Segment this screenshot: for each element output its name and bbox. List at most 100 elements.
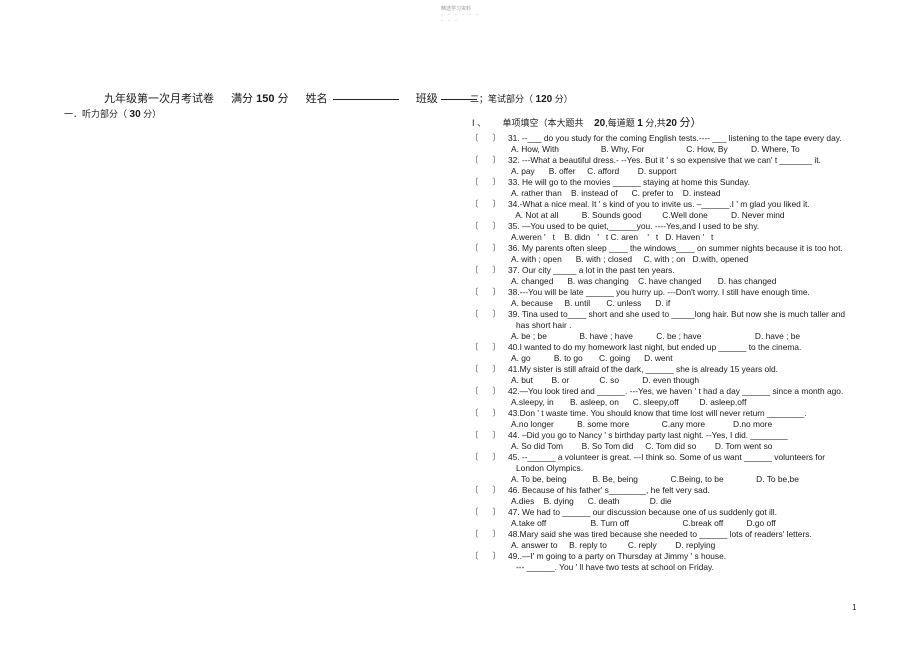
bracket-open: 〔 (470, 342, 479, 352)
bracket-close: 〕 (492, 507, 501, 517)
name-blank-line (332, 98, 399, 100)
watermark-dashes-2: - - - (441, 18, 459, 24)
answer-bracket[interactable]: 〔〕 (470, 221, 508, 232)
question-text: 46. Because of his father' s________, he… (508, 485, 710, 495)
question-stem: 〔〕 41.My sister is still afraid of the da… (470, 364, 880, 375)
answer-bracket[interactable]: 〔〕 (470, 452, 508, 463)
answer-options: A. but B. or C. so D. even though (511, 375, 700, 385)
answer-options: A. be ; be B. have ; have C. be ; have D… (511, 331, 801, 341)
bracket-open: 〔 (470, 386, 479, 396)
question-text: 36. My parents often sleep ____ the wind… (508, 243, 843, 253)
bracket-close: 〕 (492, 221, 501, 231)
bracket-open: 〔 (470, 551, 479, 561)
answer-bracket[interactable]: 〔〕 (470, 485, 508, 496)
bracket-open: 〔 (470, 430, 479, 440)
question-item: 〔〕 39. Tina used to____ short and she use… (470, 309, 880, 342)
bracket-open: 〔 (470, 485, 479, 495)
bracket-close: 〕 (492, 309, 501, 319)
answer-options: A. because B. until C. unless D. if (511, 298, 671, 308)
bracket-open: 〔 (470, 364, 479, 374)
bracket-open: 〔 (470, 243, 479, 253)
answer-bracket[interactable]: 〔〕 (470, 265, 508, 276)
answer-options: A. changed B. was changing C. have chang… (511, 276, 777, 286)
bracket-open: 〔 (470, 221, 479, 231)
question-stem: 〔〕 40.I wanted to do my homework last nig… (470, 342, 880, 353)
question-item: 〔〕 43.Don ' t waste time. You should know… (470, 408, 880, 430)
question-text: 34.-What a nice meal. It ' s kind of you… (508, 199, 810, 209)
question-item: 〔〕 45. --______ a volunteer is great. –-I… (470, 452, 880, 485)
exam-header: 九年级第一次月考试卷 满分 150 分 姓名 班级 (104, 90, 491, 106)
bracket-close: 〕 (492, 364, 501, 374)
bracket-open: 〔 (470, 199, 479, 209)
answer-bracket[interactable]: 〔〕 (470, 243, 508, 254)
question-stem: 〔〕 33. He will go to the movies ______ st… (470, 177, 880, 188)
question-item: 〔〕 34.-What a nice meal. It ' s kind of y… (470, 199, 880, 221)
question-stem: 〔〕 32. ---What a beautiful dress.- --Yes.… (470, 155, 880, 166)
question-stem: 〔〕 37. Our city _____ a lot in the past t… (470, 265, 880, 276)
bracket-close: 〕 (492, 386, 501, 396)
question-stem: 〔〕 48.Mary said she was tired because she… (470, 529, 880, 540)
bracket-open: 〔 (470, 265, 479, 275)
question-stem: 〔〕 38.---You will be late ______ you hurr… (470, 287, 880, 298)
answer-bracket[interactable]: 〔〕 (470, 529, 508, 540)
answer-bracket[interactable]: 〔〕 (470, 177, 508, 188)
answer-options: A. Not at all B. Sounds good C.Well done… (511, 210, 785, 220)
name-field[interactable]: 姓名 (306, 93, 402, 105)
question-item: 〔〕 49..—I' m going to a party on Thursday… (470, 551, 880, 573)
answer-bracket[interactable]: 〔〕 (470, 155, 508, 166)
question-item: 〔〕 41.My sister is still afraid of the da… (470, 364, 880, 386)
bracket-open: 〔 (470, 177, 479, 187)
answer-options: A.dies B. dying C. death D. die (511, 496, 672, 506)
answer-options: A. rather than B. instead of C. prefer t… (511, 188, 721, 198)
bracket-open: 〔 (470, 408, 479, 418)
question-item: 〔〕 46. Because of his father' s________, … (470, 485, 880, 507)
class-field[interactable]: 班级 (416, 93, 477, 105)
answer-options: A. with ; open B. with ; closed C. with … (511, 254, 749, 264)
answer-bracket[interactable]: 〔〕 (470, 551, 508, 562)
page-number: 1 (852, 603, 857, 612)
question-text: 48.Mary said she was tired because she n… (508, 529, 812, 539)
answer-bracket[interactable]: 〔〕 (470, 408, 508, 419)
total-score: 满分 150 分 (231, 93, 289, 105)
question-item: 〔〕 36. My parents often sleep ____ the wi… (470, 243, 880, 265)
answer-options: A.weren ' t B. didn ' t C. aren ' t D. H… (511, 232, 714, 242)
question-item: 〔〕 48.Mary said she was tired because she… (470, 529, 880, 551)
question-stem: 〔〕 44. –Did you go to Nancy ' s birthday … (470, 430, 880, 441)
question-stem: 〔〕 31. --___ do you study for the coming … (470, 133, 880, 144)
answer-bracket[interactable]: 〔〕 (470, 309, 508, 320)
question-text: 40.I wanted to do my homework last night… (508, 342, 802, 352)
question-text: 42.—You look tired and ______. ---Yes, w… (508, 386, 844, 396)
answer-bracket[interactable]: 〔〕 (470, 430, 508, 441)
answer-bracket[interactable]: 〔〕 (470, 364, 508, 375)
section-listening-heading: 一．听力部分（ 30 分） (64, 109, 162, 120)
question-list: 〔〕 31. --___ do you study for the coming … (470, 133, 880, 573)
bracket-close: 〕 (492, 408, 501, 418)
question-text: 31. --___ do you study for the coming En… (508, 133, 842, 143)
question-text-continued: --- ______. You ' ll have two tests at s… (516, 562, 714, 572)
question-item: 〔〕 40.I wanted to do my homework last nig… (470, 342, 880, 364)
answer-bracket[interactable]: 〔〕 (470, 342, 508, 353)
question-text: 41.My sister is still afraid of the dark… (508, 364, 778, 374)
question-text: 47. We had to ______ our discussion beca… (508, 507, 777, 517)
answer-bracket[interactable]: 〔〕 (470, 507, 508, 518)
bracket-close: 〕 (492, 485, 501, 495)
answer-bracket[interactable]: 〔〕 (470, 287, 508, 298)
question-stem: 〔〕 49..—I' m going to a party on Thursday… (470, 551, 880, 562)
answer-options: A.take off B. Turn off C.break off D.go … (511, 518, 776, 528)
answer-bracket[interactable]: 〔〕 (470, 199, 508, 210)
answer-options: A. How, With B. Why, For C. How, By D. W… (511, 144, 800, 154)
question-stem: 〔〕 36. My parents often sleep ____ the wi… (470, 243, 880, 254)
bracket-close: 〕 (492, 287, 501, 297)
question-text: 38.---You will be late ______ you hurry … (508, 287, 810, 297)
question-item: 〔〕 47. We had to ______ our discussion be… (470, 507, 880, 529)
question-text: 49..—I' m going to a party on Thursday a… (508, 551, 727, 561)
question-stem: 〔〕 46. Because of his father' s________, … (470, 485, 880, 496)
watermark: 精选学习资料 - - - - - - - - - (441, 6, 480, 24)
answer-bracket[interactable]: 〔〕 (470, 133, 508, 144)
bracket-close: 〕 (492, 155, 501, 165)
question-stem: 〔〕 47. We had to ______ our discussion be… (470, 507, 880, 518)
question-text: 44. –Did you go to Nancy ' s birthday pa… (508, 430, 788, 440)
answer-options: A. pay B. offer C. afford D. support (511, 166, 677, 176)
question-stem: 〔〕 42.—You look tired and ______. ---Yes,… (470, 386, 880, 397)
answer-bracket[interactable]: 〔〕 (470, 386, 508, 397)
